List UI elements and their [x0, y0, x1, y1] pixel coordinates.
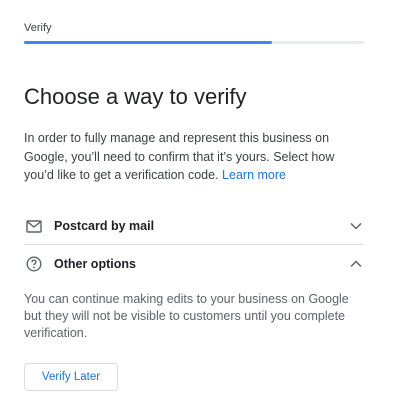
page-header-title: Verify — [24, 22, 52, 34]
description-body: In order to fully manage and represent t… — [24, 131, 335, 182]
postcard-by-mail-option[interactable]: Postcard by mail — [24, 206, 364, 246]
mail-icon — [24, 216, 44, 236]
postcard-option-label: Postcard by mail — [54, 219, 155, 233]
verify-later-button[interactable]: Verify Later — [24, 363, 118, 391]
page-title: Choose a way to verify — [24, 84, 247, 109]
learn-more-link[interactable]: Learn more — [222, 168, 286, 182]
other-options-label: Other options — [54, 257, 136, 271]
help-circle-icon — [24, 254, 44, 274]
chevron-down-icon[interactable] — [348, 218, 364, 234]
progress-bar — [24, 41, 364, 44]
description-text: In order to fully manage and represent t… — [24, 129, 360, 185]
other-options-option[interactable]: Other options — [24, 244, 364, 284]
chevron-up-icon[interactable] — [348, 256, 364, 272]
progress-bar-fill — [24, 41, 273, 44]
other-options-description: You can continue making edits to your bu… — [24, 292, 349, 340]
